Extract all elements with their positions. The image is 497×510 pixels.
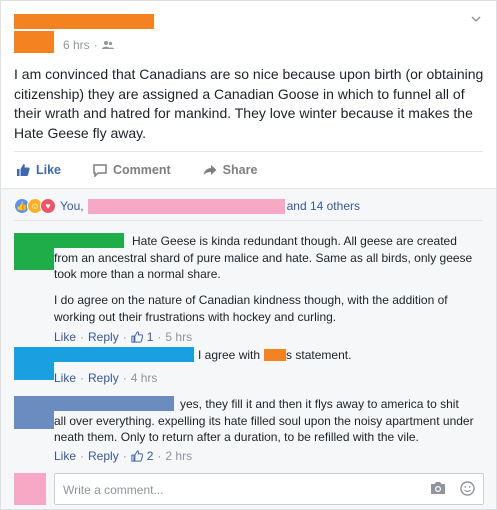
comment-meta: Like · Reply · 2 · 2 hrs bbox=[54, 448, 193, 465]
comment-time[interactable]: 2 hrs bbox=[165, 448, 192, 465]
reactions-summary[interactable]: 👍 ☺ ♥ You, and 14 others bbox=[14, 197, 360, 215]
chevron-down-icon[interactable] bbox=[470, 13, 482, 25]
comments-section: 👍 ☺ ♥ You, and 14 others Hate Geese is k… bbox=[1, 188, 496, 509]
comment-time[interactable]: 4 hrs bbox=[131, 370, 158, 387]
comment-composer: Write a comment... bbox=[14, 473, 484, 505]
comment-2: I agree with s statement. Like · Reply ·… bbox=[14, 347, 484, 389]
reactions-suffix: and 14 others bbox=[286, 199, 360, 213]
commenter-avatar-redaction bbox=[14, 347, 54, 380]
comment-1: Hate Geese is kinda redundant though. Al… bbox=[14, 233, 484, 345]
post-actions: Like Comment Share bbox=[14, 151, 483, 188]
comment-text-2: I do agree on the nature of Canadian kin… bbox=[54, 293, 448, 324]
commenter-name-redaction bbox=[54, 347, 194, 362]
author-avatar-redaction bbox=[14, 31, 54, 53]
comment-meta: Like · Reply · 4 hrs bbox=[54, 370, 158, 387]
comment-button[interactable]: Comment bbox=[91, 163, 171, 177]
commenter-avatar-redaction bbox=[14, 233, 54, 270]
author-name-redaction bbox=[14, 14, 154, 29]
friends-icon bbox=[101, 41, 114, 49]
comment-input-placeholder: Write a comment... bbox=[63, 483, 164, 497]
comment-like-link[interactable]: Like bbox=[54, 329, 76, 346]
thumbs-up-icon bbox=[131, 331, 143, 343]
comment-text-part-a: I agree with bbox=[198, 348, 261, 362]
comment-text: Hate Geese is kinda redundant though. Al… bbox=[54, 234, 473, 281]
commenter-avatar-redaction bbox=[14, 396, 54, 429]
comment-reply-link[interactable]: Reply bbox=[88, 448, 119, 465]
comment-time[interactable]: 5 hrs bbox=[165, 329, 192, 346]
thumbs-up-icon bbox=[17, 164, 30, 176]
comment-meta: Like · Reply · 1 · 5 hrs bbox=[54, 329, 193, 346]
mention-redaction bbox=[264, 349, 287, 362]
comment-reply-link[interactable]: Reply bbox=[88, 329, 119, 346]
share-label: Share bbox=[222, 163, 258, 177]
camera-icon[interactable] bbox=[430, 481, 446, 495]
comment-like-link[interactable]: Like bbox=[54, 370, 76, 387]
share-icon bbox=[203, 165, 217, 176]
thumbs-up-icon bbox=[131, 450, 143, 462]
comment-text: I agree with s statement. bbox=[198, 347, 351, 364]
comment-like-link[interactable]: Like bbox=[54, 448, 76, 465]
comment-input[interactable]: Write a comment... bbox=[54, 473, 484, 505]
emoji-icon[interactable] bbox=[460, 481, 475, 496]
comment-3: yes, they fill it and then it flys away … bbox=[14, 396, 484, 466]
comment-text: yes, they fill it and then it flys away … bbox=[54, 397, 474, 444]
names-redaction bbox=[87, 198, 285, 214]
comment-reply-link[interactable]: Reply bbox=[88, 370, 119, 387]
share-button[interactable]: Share bbox=[201, 163, 258, 177]
user-avatar-redaction bbox=[14, 473, 46, 505]
comment-like-count[interactable]: 1 bbox=[147, 329, 154, 346]
post-body: I am convinced that Canadians are so nic… bbox=[14, 66, 484, 141]
divider bbox=[14, 220, 483, 221]
comment-like-count[interactable]: 2 bbox=[147, 448, 154, 465]
post-meta: 6 hrs · bbox=[63, 38, 114, 52]
comment-icon bbox=[93, 163, 107, 177]
like-button[interactable]: Like bbox=[14, 163, 61, 177]
reactions-prefix: You, bbox=[60, 199, 84, 213]
comment-label: Comment bbox=[113, 163, 171, 177]
love-reaction-icon: ♥ bbox=[40, 198, 56, 214]
comment-text-part-b: s statement. bbox=[286, 348, 352, 362]
composer-icons bbox=[430, 481, 475, 496]
post-time[interactable]: 6 hrs bbox=[63, 38, 90, 52]
post-card: 6 hrs · I am convinced that Canadians ar… bbox=[0, 0, 497, 510]
like-label: Like bbox=[36, 163, 62, 177]
